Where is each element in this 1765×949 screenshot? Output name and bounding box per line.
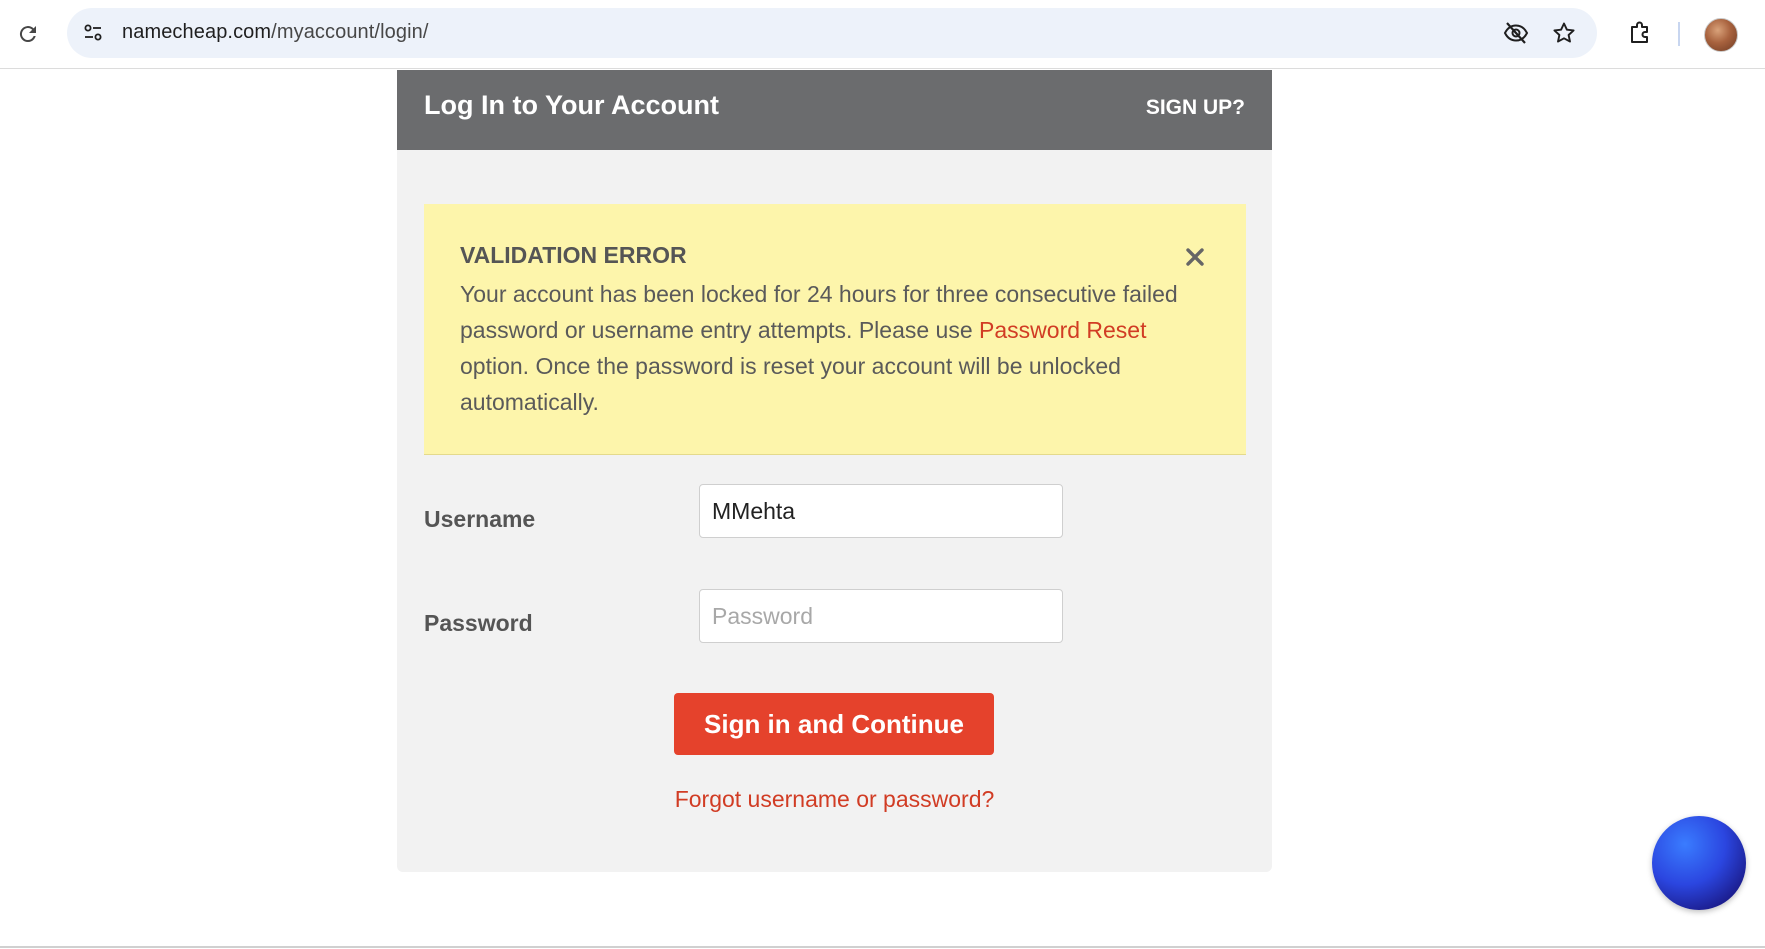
url-text[interactable]: namecheap.com/myaccount/login/ [122, 21, 429, 44]
login-card: Log In to Your Account SIGN UP? VALIDATI… [397, 70, 1272, 872]
address-bar[interactable]: namecheap.com/myaccount/login/ [67, 8, 1597, 58]
alert-message: Your account has been locked for 24 hour… [460, 276, 1180, 420]
eye-off-icon[interactable] [1503, 20, 1529, 46]
page-title: Log In to Your Account [424, 90, 719, 120]
reload-icon[interactable] [14, 20, 42, 48]
card-header: Log In to Your Account SIGN UP? [397, 70, 1272, 150]
star-icon[interactable] [1551, 20, 1577, 46]
username-input[interactable] [699, 484, 1063, 538]
forgot-credentials-link[interactable]: Forgot username or password? [397, 786, 1272, 813]
sign-in-button[interactable]: Sign in and Continue [674, 693, 994, 755]
toolbar-divider [1678, 22, 1680, 46]
profile-avatar[interactable] [1704, 18, 1738, 52]
browser-toolbar: namecheap.com/myaccount/login/ [0, 0, 1765, 69]
password-reset-link[interactable]: Password Reset [979, 317, 1146, 343]
site-info-icon[interactable] [80, 20, 106, 46]
alert-title: VALIDATION ERROR [460, 242, 687, 268]
assistant-orb-button[interactable] [1652, 816, 1746, 910]
page-divider [0, 946, 1765, 948]
password-label: Password [424, 610, 533, 636]
close-icon[interactable] [1184, 246, 1206, 268]
extensions-icon[interactable] [1626, 19, 1654, 47]
url-host: namecheap.com [122, 21, 272, 43]
signup-link[interactable]: SIGN UP? [1146, 96, 1245, 120]
alert-message-end: option. Once the password is reset your … [460, 353, 1121, 415]
validation-error-alert: VALIDATION ERROR Your account has been l… [424, 204, 1246, 455]
username-label: Username [424, 506, 536, 532]
password-input[interactable] [699, 589, 1063, 643]
url-path: /myaccount/login/ [271, 21, 429, 43]
